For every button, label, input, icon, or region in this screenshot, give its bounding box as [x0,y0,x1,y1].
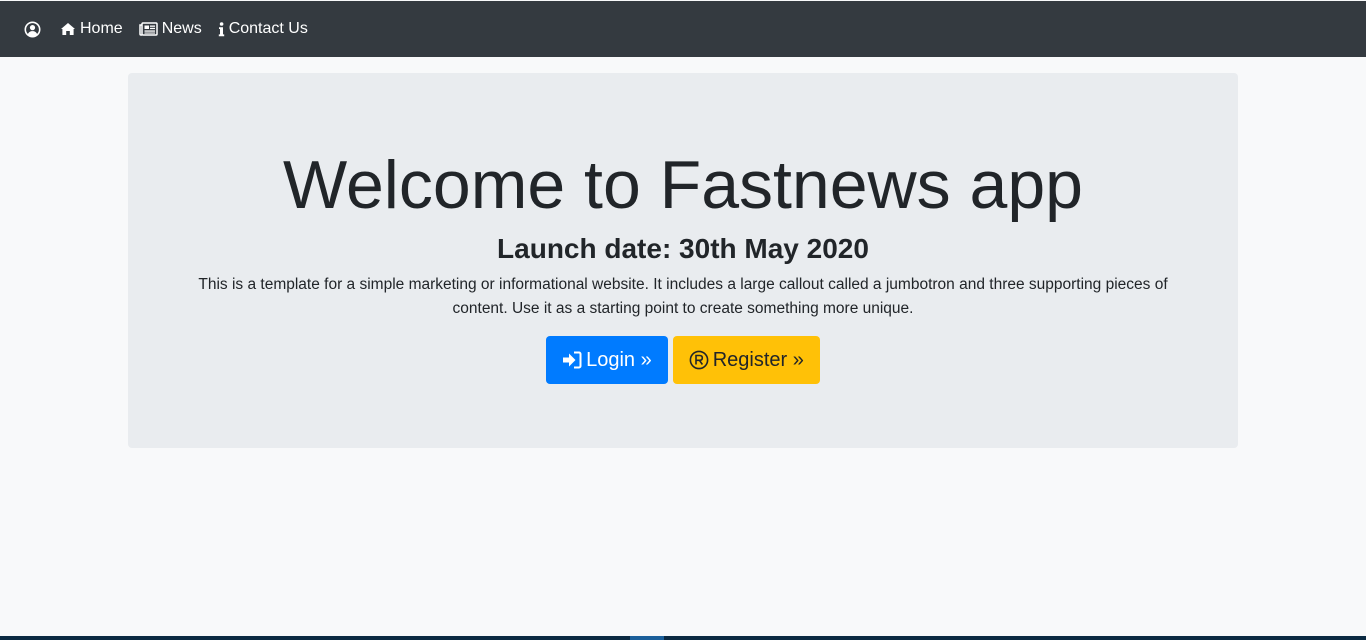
top-navbar: Home News Contact Us [0,1,1366,57]
nav-home-link[interactable]: Home [60,20,123,38]
user-circle-icon [24,21,41,38]
register-label: Register » [712,348,804,371]
taskbar-edge [0,636,1366,640]
user-account-link[interactable] [24,21,45,38]
info-icon [218,21,225,37]
newspaper-icon [138,22,158,36]
taskbar-active-indicator [630,636,664,640]
login-button[interactable]: Login » [546,336,668,384]
intro-text: This is a template for a simple marketin… [198,276,1168,317]
nav-home-label: Home [80,20,123,37]
action-buttons: Login » Register » [128,336,1238,384]
sign-in-icon [562,351,582,369]
page-title: Welcome to Fastnews app [283,147,1083,223]
register-button[interactable]: Register » [672,336,820,384]
login-label: Login » [586,348,652,371]
launch-date-heading: Launch date: 30th May 2020 [497,233,869,264]
nav-contact-link[interactable]: Contact Us [218,20,308,38]
nav-contact-label: Contact Us [228,20,308,37]
home-icon [60,22,76,36]
jumbotron: Welcome to Fastnews app Launch date: 30t… [128,73,1238,448]
registered-icon [689,350,709,370]
nav-news-link[interactable]: News [138,20,202,38]
nav-news-label: News [161,20,202,37]
